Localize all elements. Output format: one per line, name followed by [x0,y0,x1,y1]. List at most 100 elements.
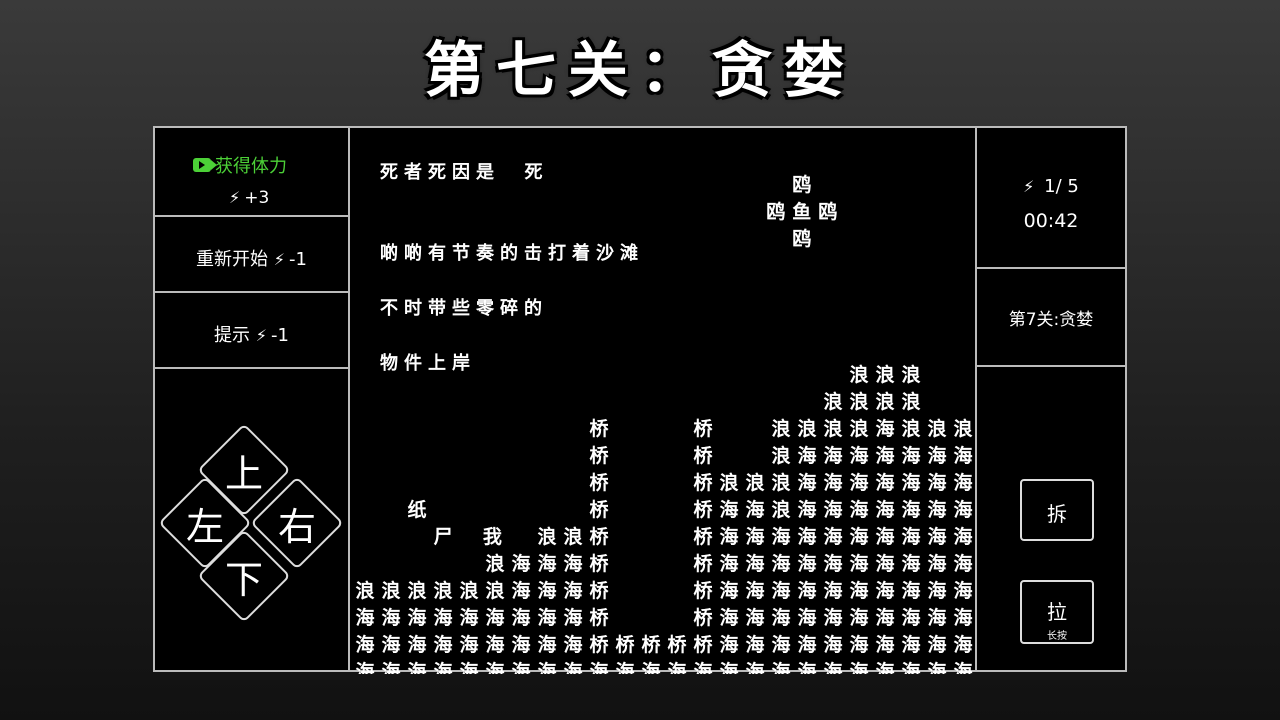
tile-wave: 浪 [433,580,453,602]
dpad: 上 左 右 下 [155,369,350,674]
tile-sea: 海 [563,607,583,629]
tile-sea: 海 [927,634,947,656]
tile-sea: 海 [433,661,453,674]
tile-sea: 海 [901,445,921,467]
tile-sea: 海 [381,634,401,656]
tile-sea: 海 [589,661,609,674]
tile-sea: 海 [953,661,973,674]
tile-sea: 海 [537,580,557,602]
tile-sea: 海 [823,607,843,629]
tile-sea: 海 [927,580,947,602]
tile-bridge: 桥 [693,418,713,440]
tile-bridge: 桥 [615,634,635,656]
tile-bridge: 桥 [641,634,661,656]
tile-sea: 海 [797,553,817,575]
tile-sea: 海 [537,553,557,575]
tile-sea: 海 [745,553,765,575]
level-name: 第7关:贪婪 [1008,310,1094,330]
tile-sea: 海 [771,607,791,629]
get-energy-button[interactable]: 获得体力 ⚡ +3 [155,128,348,217]
tile-sea: 海 [797,472,817,494]
tile-sea: 海 [745,661,765,674]
tile-fish: 鱼 [792,200,812,223]
tile-bridge: 桥 [589,472,609,494]
tile-sea: 海 [875,607,895,629]
tile-wave: 浪 [901,418,921,440]
tile-bridge: 桥 [667,634,687,656]
tile-sea: 海 [849,472,869,494]
tile-bridge: 桥 [693,553,713,575]
tile-sea: 海 [797,445,817,467]
tile-wave: 浪 [849,391,869,413]
tile-sea: 海 [745,499,765,521]
tile-bridge: 桥 [589,553,609,575]
pull-label: 拉 [1047,600,1067,624]
tile-sea: 海 [719,634,739,656]
lightning-icon: ⚡ [1023,177,1035,196]
tile-sea: 海 [563,634,583,656]
tile-wave: 浪 [355,580,375,602]
tile-sea: 海 [901,526,921,548]
tile-sea: 海 [511,661,531,674]
tile-sea: 海 [719,526,739,548]
tile-sea: 海 [953,607,973,629]
tile-sea: 海 [771,634,791,656]
tile-sea: 海 [771,661,791,674]
pull-sub-label: 长按 [1047,631,1067,642]
tile-wave: 浪 [381,580,401,602]
tile-sea: 海 [771,553,791,575]
tile-sea: 海 [849,661,869,674]
tile-sea: 海 [927,526,947,548]
tile-sea: 海 [745,634,765,656]
tile-sea: 海 [459,607,479,629]
tile-sea: 海 [563,553,583,575]
tile-sea: 海 [511,634,531,656]
tile-wave: 浪 [823,418,843,440]
tile-wave: 浪 [563,526,583,548]
player-tile: 我 [482,526,502,548]
playfield: 死者死因是 死 啲啲有节奏的击打着沙滩 不时带些零碎的 物件上岸 浪浪浪浪浪浪浪… [350,128,977,674]
pull-button[interactable]: 拉 长按 [1020,580,1094,644]
tile-sea: 海 [459,661,479,674]
tile-sea: 海 [823,634,843,656]
right-panel: ⚡ 1/ 5 00:42 第7关:贪婪 拆 拉 长按 [975,128,1125,670]
hint-label: 提示 [214,325,251,346]
tile-sea: 海 [797,526,817,548]
tile-wave: 浪 [797,418,817,440]
story-line-1: 死者死因是 死 [380,162,549,183]
story-line-3: 不时带些零碎的 [380,298,548,319]
tile-sea: 海 [901,472,921,494]
tile-sea: 海 [901,607,921,629]
tile-wave: 浪 [901,364,921,386]
tile-bridge: 桥 [693,607,713,629]
tile-sea: 海 [901,661,921,674]
hint-button[interactable]: 提示 ⚡ -1 [155,293,348,369]
tile-sea: 海 [901,634,921,656]
tile-sea: 海 [953,526,973,548]
tile-bridge: 桥 [693,472,713,494]
status-box: ⚡ 1/ 5 00:42 [977,128,1125,269]
energy-count: 1/ 5 [1044,176,1079,197]
left-panel: 获得体力 ⚡ +3 重新开始 ⚡ -1 提示 ⚡ -1 上 左 右 下 [155,128,350,670]
tile-sea: 海 [563,661,583,674]
tile-sea: 海 [433,607,453,629]
tile-wave: 浪 [771,418,791,440]
tile-sea: 海 [927,445,947,467]
tile-sea: 海 [537,607,557,629]
dismantle-button[interactable]: 拆 [1020,479,1094,541]
tile-sea: 海 [953,499,973,521]
level-title: 第七关：贪婪 [424,36,856,106]
get-energy-label: 获得体力 [215,156,287,177]
restart-button[interactable]: 重新开始 ⚡ -1 [155,217,348,293]
restart-cost: -1 [289,249,307,270]
tile-bridge: 桥 [589,607,609,629]
tile-sea: 海 [511,580,531,602]
tile-sea: 海 [485,607,505,629]
tile-paper: 纸 [407,499,427,521]
lightning-icon: ⚡ [273,250,285,269]
tile-wave: 浪 [823,391,843,413]
tile-wave: 浪 [771,445,791,467]
tile-sea: 海 [823,445,843,467]
tile-gull: 鸥 [792,173,812,196]
tile-sea: 海 [849,553,869,575]
